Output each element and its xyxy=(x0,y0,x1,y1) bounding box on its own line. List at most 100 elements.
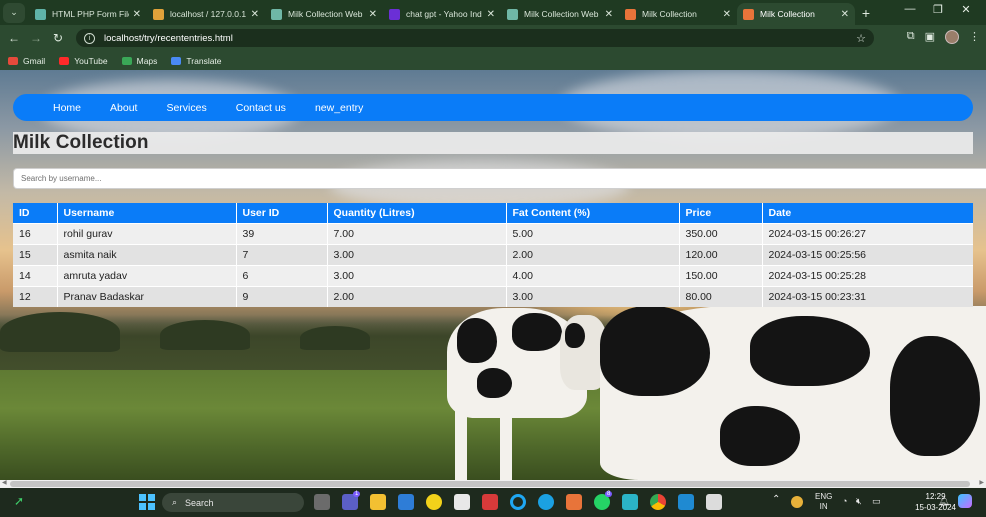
more-menu-icon[interactable]: ⋮ xyxy=(969,30,980,44)
file-explorer-icon[interactable] xyxy=(370,494,386,510)
toolbar-right-icons: ⧉ ▣ ⋮ xyxy=(907,30,980,44)
tab-title: localhost / 127.0.0.1 xyxy=(170,9,247,19)
table-cell: 2.00 xyxy=(327,285,507,307)
tab-favicon-icon xyxy=(507,8,518,20)
snipping-tool-icon[interactable] xyxy=(706,494,722,510)
bookmark-star-icon[interactable]: ☆ xyxy=(856,32,866,45)
calendar-icon[interactable] xyxy=(454,494,470,510)
bookmark-translate[interactable]: Translate xyxy=(171,56,222,66)
address-bar[interactable]: i localhost/try/recententries.html ☆ xyxy=(76,29,874,47)
browser-tab[interactable]: Milk Collection Web ✕ xyxy=(265,3,383,25)
browser-tab[interactable]: chat gpt - Yahoo Ind ✕ xyxy=(383,3,501,25)
tab-title: Milk Collection Web xyxy=(288,9,363,19)
wifi-icon[interactable]: ◔ xyxy=(842,496,847,506)
task-view-icon[interactable] xyxy=(314,494,330,510)
tab-close-icon[interactable]: ✕ xyxy=(841,9,849,20)
chrome-icon[interactable] xyxy=(650,494,666,510)
battery-icon[interactable]: ▭ xyxy=(872,496,881,507)
cortana-icon[interactable] xyxy=(510,494,526,510)
vscode-icon[interactable] xyxy=(678,494,694,510)
tab-favicon-icon xyxy=(35,8,46,20)
table-cell: 80.00 xyxy=(679,285,763,307)
table-row: 12 Pranav Badaskar 9 2.00 3.00 80.00 2024-03-1… xyxy=(13,285,973,307)
tray-app-icon[interactable] xyxy=(791,496,803,508)
browser-tab-strip: ⌄ HTML PHP Form File ✕ localhost / 127.0.0… xyxy=(0,0,986,25)
tray-chevron-up-icon[interactable]: ⌃ xyxy=(772,494,780,505)
whatsapp-badge: 8 xyxy=(605,491,613,497)
minimize-button[interactable]: — xyxy=(896,3,924,16)
table-cell: 7 xyxy=(236,243,328,265)
tab-close-icon[interactable]: ✕ xyxy=(487,9,495,20)
table-cell: Pranav Badaskar xyxy=(57,285,237,307)
volume-muted-icon[interactable]: 🔇︎ xyxy=(856,496,862,507)
browser-tab[interactable]: Milk Collection ✕ xyxy=(737,3,855,25)
table-row: 15 asmita naik 7 3.00 2.00 120.00 2024-03-15 0… xyxy=(13,243,973,265)
extensions-puzzle-icon[interactable]: ⧉ xyxy=(907,30,915,44)
forward-arrow-icon[interactable]: → xyxy=(25,31,47,45)
browser-tab[interactable]: HTML PHP Form File ✕ xyxy=(29,3,147,25)
nav-link-new-entry[interactable]: new_entry xyxy=(315,102,363,114)
gmail-icon xyxy=(8,56,18,65)
scrollbar-thumb[interactable] xyxy=(10,481,970,487)
nav-link-contact-us[interactable]: Contact us xyxy=(236,102,286,114)
edge-icon[interactable] xyxy=(538,494,554,510)
store-icon[interactable] xyxy=(398,494,414,510)
new-tab-button[interactable]: + xyxy=(855,5,877,21)
taskbar-search-label: Search xyxy=(185,497,214,508)
tab-title: HTML PHP Form File xyxy=(52,9,129,19)
browser-tab[interactable]: Milk Collection Web ✕ xyxy=(501,3,619,25)
tab-close-icon[interactable]: ✕ xyxy=(723,9,731,20)
start-windows-icon[interactable] xyxy=(139,494,155,510)
address-text[interactable]: localhost/try/recententries.html xyxy=(104,33,233,44)
page-title-bar: Milk Collection xyxy=(13,132,973,154)
xampp-icon[interactable] xyxy=(566,494,582,510)
bookmark-maps[interactable]: Maps xyxy=(121,56,157,66)
table-cell: 9 xyxy=(236,285,328,307)
nav-link-home[interactable]: Home xyxy=(53,102,81,114)
taskbar-search-box[interactable]: ⌕ Search xyxy=(162,493,304,512)
tab-title: Milk Collection xyxy=(642,9,697,19)
bookmark-label: YouTube xyxy=(74,55,108,66)
background-tree xyxy=(160,320,250,350)
tab-close-icon[interactable]: ✕ xyxy=(369,9,377,20)
copilot-icon[interactable] xyxy=(958,494,972,508)
tab-list: HTML PHP Form File ✕ localhost / 127.0.0.1… xyxy=(29,0,855,25)
bookmark-gmail[interactable]: Gmail xyxy=(8,56,45,66)
nav-link-services[interactable]: Services xyxy=(166,102,206,114)
language-indicator[interactable]: ENG IN xyxy=(815,492,832,512)
scroll-right-arrow-icon[interactable]: ▶ xyxy=(979,479,984,486)
tab-close-icon[interactable]: ✕ xyxy=(605,9,613,20)
search-input[interactable] xyxy=(13,168,986,189)
restore-button[interactable]: ❐ xyxy=(924,3,952,16)
column-header: Quantity (Litres) xyxy=(327,203,507,223)
side-panel-icon[interactable]: ▣ xyxy=(925,30,935,44)
bookmark-youtube[interactable]: YouTube xyxy=(59,55,108,66)
tab-close-icon[interactable]: ✕ xyxy=(133,9,141,20)
notepad-icon[interactable] xyxy=(622,494,638,510)
table-row: 14 amruta yadav 6 3.00 4.00 150.00 2024-03-15 … xyxy=(13,264,973,286)
site-info-icon[interactable]: i xyxy=(84,32,95,44)
tab-search-chevron-icon[interactable]: ⌄ xyxy=(3,2,25,23)
table-cell: 3.00 xyxy=(506,285,680,307)
taskbar-clock[interactable]: 12:29 15-03-2024 xyxy=(915,491,956,513)
nav-link-about[interactable]: About xyxy=(110,102,137,114)
table-cell: 3.00 xyxy=(327,264,507,286)
browser-tab[interactable]: Milk Collection ✕ xyxy=(619,3,737,25)
column-header: Date xyxy=(762,203,973,223)
tab-close-icon[interactable]: ✕ xyxy=(251,9,259,20)
profile-avatar[interactable] xyxy=(945,30,959,44)
security-shield-icon[interactable] xyxy=(482,494,498,510)
notification-bell-icon[interactable]: 🔔︎ xyxy=(938,496,949,507)
scroll-left-arrow-icon[interactable]: ◀ xyxy=(2,479,7,486)
back-arrow-icon[interactable]: ← xyxy=(3,31,25,45)
maps-icon xyxy=(121,56,132,65)
snapchat-icon[interactable] xyxy=(426,494,442,510)
widgets-icon[interactable]: ➚ xyxy=(14,494,24,508)
close-window-button[interactable]: ✕ xyxy=(952,3,980,16)
page-title: Milk Collection xyxy=(13,132,149,153)
reload-icon[interactable]: ↻ xyxy=(47,31,69,45)
browser-tab[interactable]: localhost / 127.0.0.1 ✕ xyxy=(147,3,265,25)
background-cow-leg xyxy=(455,410,467,480)
clock-time: 12:29 xyxy=(925,492,946,501)
horizontal-scrollbar[interactable]: ◀ ▶ xyxy=(0,480,986,488)
